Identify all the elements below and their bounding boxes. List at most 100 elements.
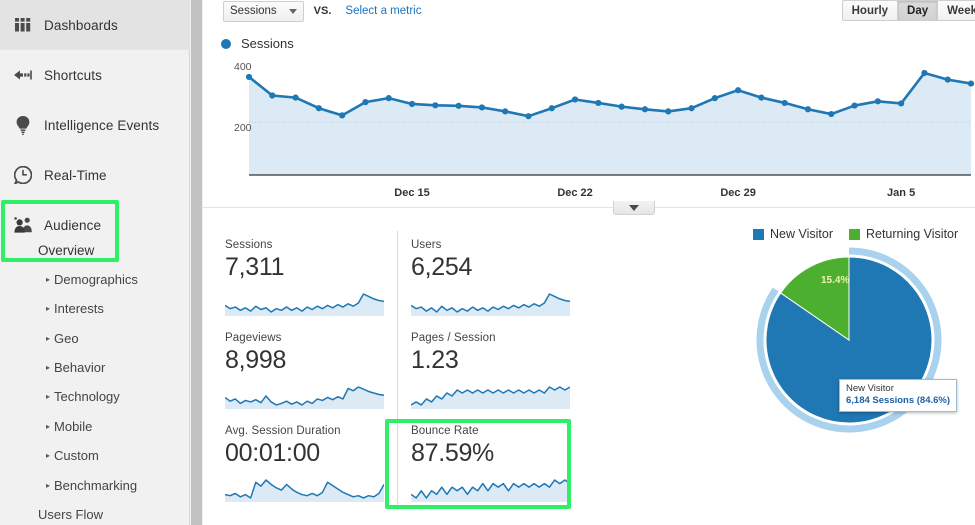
series-color-dot-icon bbox=[221, 39, 231, 49]
pie-chart-svg bbox=[743, 244, 955, 444]
sidebar-item-behavior[interactable]: ▸ Behavior bbox=[0, 353, 190, 383]
sparkline bbox=[225, 476, 384, 502]
granularity-button-group: Hourly Day Week bbox=[842, 0, 975, 22]
clock-bubble-icon bbox=[8, 163, 38, 187]
sidebar-item-benchmarking[interactable]: ▸ Benchmarking bbox=[0, 471, 190, 501]
sidebar-scrollbar-thumb[interactable] bbox=[191, 0, 202, 525]
sidebar-item-real-time[interactable]: Real-Time bbox=[0, 150, 190, 200]
sidebar-item-technology[interactable]: ▸ Technology bbox=[0, 382, 190, 412]
sidebar-item-users-flow[interactable]: Users Flow bbox=[0, 500, 190, 525]
vs-label: VS. bbox=[314, 5, 332, 17]
metric-card-title: Pageviews bbox=[225, 332, 385, 344]
sidebar-item-dashboards-label: Dashboards bbox=[44, 18, 118, 33]
pie-chart[interactable] bbox=[743, 244, 955, 449]
series-legend-label: Sessions bbox=[241, 36, 294, 51]
metric-card-value: 1.23 bbox=[411, 345, 561, 375]
sidebar-item-custom[interactable]: ▸ Custom bbox=[0, 441, 190, 471]
metric-card-title: Avg. Session Duration bbox=[225, 425, 385, 437]
sidebar-item-overview[interactable]: Overview bbox=[0, 236, 190, 266]
sidebar-item-intelligence-events[interactable]: Intelligence Events bbox=[0, 100, 190, 150]
sparkline bbox=[411, 476, 570, 502]
metric-card-row: Pageviews 8,998 Pages / Session 1.23 bbox=[221, 324, 573, 417]
chevron-down-icon bbox=[629, 205, 639, 211]
sidebar-item-shortcuts[interactable]: Shortcuts bbox=[0, 50, 190, 100]
sidebar-item-demographics[interactable]: ▸ Demographics bbox=[0, 265, 190, 295]
metric-card-avg-session-duration[interactable]: Avg. Session Duration 00:01:00 bbox=[221, 417, 397, 510]
sidebar-item-audience-label: Audience bbox=[44, 218, 101, 233]
expand-triangle-icon: ▸ bbox=[46, 305, 50, 313]
sidebar-item-demographics-label: Demographics bbox=[54, 272, 138, 287]
metric-card-title: Users bbox=[411, 239, 561, 251]
left-sidebar-nav: Dashboards Shortcuts bbox=[0, 0, 190, 525]
expand-triangle-icon: ▸ bbox=[46, 276, 50, 284]
line-chart-svg bbox=[221, 57, 975, 197]
sidebar-item-overview-label: Overview bbox=[38, 243, 94, 258]
legend-swatch-icon bbox=[753, 229, 764, 240]
expand-triangle-icon: ▸ bbox=[46, 393, 50, 401]
pie-legend-label: Returning Visitor bbox=[866, 227, 958, 241]
sidebar-item-geo[interactable]: ▸ Geo bbox=[0, 324, 190, 354]
pie-legend-label: New Visitor bbox=[770, 227, 833, 241]
pie-legend: New Visitor Returning Visitor bbox=[753, 227, 958, 241]
x-axis-tick-label: Dec 15 bbox=[394, 187, 429, 199]
metric-select-value: Sessions bbox=[230, 5, 277, 17]
metric-card-title: Sessions bbox=[225, 239, 385, 251]
expand-triangle-icon: ▸ bbox=[46, 452, 50, 460]
metric-card-value: 87.59% bbox=[411, 438, 561, 468]
x-axis-tick-label: Jan 5 bbox=[887, 187, 915, 199]
sidebar-item-behavior-label: Behavior bbox=[54, 360, 105, 375]
pie-tooltip: New Visitor 6,184 Sessions (84.6%) bbox=[839, 379, 957, 412]
sidebar-item-real-time-label: Real-Time bbox=[44, 168, 107, 183]
metric-card-row: Sessions 7,311 Users 6,254 bbox=[221, 231, 573, 324]
metric-cards-grid: Sessions 7,311 Users 6,254 Pageviews 8,9… bbox=[221, 231, 573, 510]
sidebar-item-interests-label: Interests bbox=[54, 301, 104, 316]
sidebar-item-geo-label: Geo bbox=[54, 331, 79, 346]
sidebar-item-users-flow-label: Users Flow bbox=[38, 507, 103, 522]
sessions-line-chart[interactable]: 400 200 Dec 15 Dec 22 Dec 29 Jan 5 bbox=[221, 57, 975, 202]
sidebar-item-shortcuts-label: Shortcuts bbox=[44, 68, 102, 83]
metric-card-pageviews[interactable]: Pageviews 8,998 bbox=[221, 324, 397, 417]
granularity-week-button[interactable]: Week bbox=[938, 0, 975, 21]
sidebar-item-technology-label: Technology bbox=[54, 389, 120, 404]
metric-card-sessions[interactable]: Sessions 7,311 bbox=[221, 231, 397, 324]
chart-collapse-handle[interactable] bbox=[613, 201, 655, 215]
granularity-day-button[interactable]: Day bbox=[898, 0, 938, 21]
metric-card-bounce-rate[interactable]: Bounce Rate 87.59% bbox=[397, 417, 573, 510]
metric-card-pages-per-session[interactable]: Pages / Session 1.23 bbox=[397, 324, 573, 417]
chart-series-legend[interactable]: Sessions bbox=[221, 36, 294, 51]
audience-people-icon bbox=[8, 213, 38, 237]
pie-tooltip-value: 6,184 Sessions (84.6%) bbox=[846, 395, 950, 407]
sidebar-item-dashboards[interactable]: Dashboards bbox=[0, 0, 190, 50]
granularity-hourly-button[interactable]: Hourly bbox=[842, 0, 898, 21]
sidebar-item-benchmarking-label: Benchmarking bbox=[54, 478, 137, 493]
metric-card-row: Avg. Session Duration 00:01:00 Bounce Ra… bbox=[221, 417, 573, 510]
chevron-down-icon bbox=[289, 9, 297, 14]
x-axis-tick-label: Dec 22 bbox=[557, 187, 592, 199]
sparkline bbox=[225, 383, 384, 409]
metric-card-users[interactable]: Users 6,254 bbox=[397, 231, 573, 324]
metric-card-title: Bounce Rate bbox=[411, 425, 561, 437]
sparkline bbox=[411, 383, 570, 409]
legend-swatch-icon bbox=[849, 229, 860, 240]
metric-card-value: 00:01:00 bbox=[225, 438, 385, 468]
sparkline bbox=[411, 290, 570, 316]
metric-select-dropdown[interactable]: Sessions bbox=[223, 1, 304, 22]
lightbulb-icon bbox=[8, 113, 38, 137]
x-axis-tick-label: Dec 29 bbox=[720, 187, 755, 199]
sidebar-item-mobile[interactable]: ▸ Mobile bbox=[0, 412, 190, 442]
sidebar-item-custom-label: Custom bbox=[54, 448, 99, 463]
chart-bottom-divider bbox=[203, 207, 975, 208]
expand-triangle-icon: ▸ bbox=[46, 423, 50, 431]
main-content-area: Sessions VS. Select a metric Hourly Day … bbox=[203, 0, 975, 525]
expand-triangle-icon: ▸ bbox=[46, 364, 50, 372]
sidebar-item-mobile-label: Mobile bbox=[54, 419, 92, 434]
pie-legend-item-new-visitor[interactable]: New Visitor bbox=[753, 227, 833, 241]
arrow-shortcut-icon bbox=[8, 63, 38, 87]
metric-card-value: 8,998 bbox=[225, 345, 385, 375]
pie-tooltip-title: New Visitor bbox=[846, 383, 950, 395]
sidebar-item-interests[interactable]: ▸ Interests bbox=[0, 294, 190, 324]
select-a-metric-link[interactable]: Select a metric bbox=[345, 5, 421, 17]
metric-card-title: Pages / Session bbox=[411, 332, 561, 344]
pie-legend-item-returning-visitor[interactable]: Returning Visitor bbox=[849, 227, 958, 241]
new-vs-returning-pie-panel: New Visitor Returning Visitor 15.4% New … bbox=[743, 222, 975, 522]
